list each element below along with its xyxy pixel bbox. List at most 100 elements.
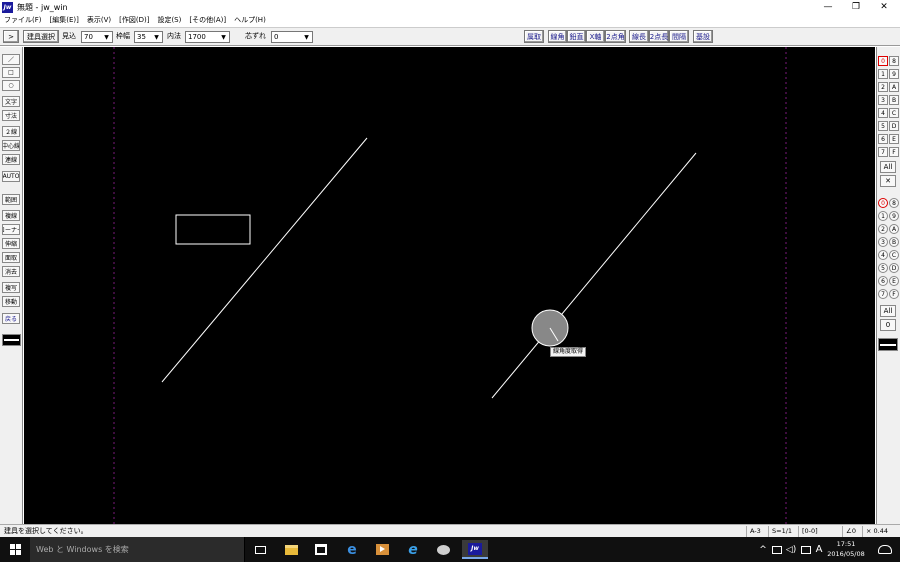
- base-set-button[interactable]: 基設: [693, 30, 713, 43]
- menu-file[interactable]: ファイル(F): [4, 15, 42, 25]
- stretch-tool-button[interactable]: 伸縮: [2, 238, 20, 249]
- layer-button-b[interactable]: B: [889, 237, 899, 247]
- scale-indicator[interactable]: S=1/1: [768, 526, 798, 537]
- layer-button-9[interactable]: 9: [889, 211, 899, 221]
- layer-button-6[interactable]: 6: [878, 276, 888, 286]
- chamfer-tool-button[interactable]: 面取: [2, 252, 20, 263]
- start-button[interactable]: [0, 537, 30, 562]
- taskbar-search-input[interactable]: Web と Windows を検索: [30, 537, 245, 562]
- layer-group-button-0[interactable]: 0: [878, 56, 888, 66]
- corner-tool-button[interactable]: コーナー: [2, 224, 20, 235]
- line-color-swatch[interactable]: [878, 338, 898, 351]
- layer-group-button-9[interactable]: 9: [889, 69, 899, 79]
- layer-group-button-3[interactable]: 3: [878, 95, 888, 105]
- layer-group-all-button[interactable]: All: [880, 161, 896, 173]
- line-style-swatch[interactable]: [2, 334, 21, 346]
- store-icon[interactable]: [310, 540, 332, 559]
- tool-select-button[interactable]: 建具選択: [23, 30, 59, 43]
- move-tool-button[interactable]: 移動: [2, 296, 20, 307]
- double-line-tool-button[interactable]: ２線: [2, 126, 20, 137]
- restore-button[interactable]: ❐: [842, 0, 870, 14]
- menu-help[interactable]: ヘルプ(H): [234, 15, 266, 25]
- layer-button-8[interactable]: 8: [889, 198, 899, 208]
- range-tool-button[interactable]: 範囲: [2, 194, 20, 205]
- menu-view[interactable]: 表示(V): [87, 15, 111, 25]
- close-button[interactable]: ✕: [870, 0, 898, 14]
- center-line-tool-button[interactable]: 中心線: [2, 140, 20, 151]
- layer-group-button-2[interactable]: 2: [878, 82, 888, 92]
- layer-group-button-f[interactable]: F: [889, 147, 899, 157]
- drawn-line-right[interactable]: [491, 152, 697, 399]
- layer-group-button-e[interactable]: E: [889, 134, 899, 144]
- undo-tool-button[interactable]: 戻る: [2, 313, 20, 324]
- drawn-line-left[interactable]: [161, 137, 368, 383]
- menu-settings[interactable]: 設定(S): [157, 15, 181, 25]
- x-axis-button[interactable]: X軸: [586, 30, 605, 43]
- drawing-canvas[interactable]: 線角度取得: [24, 47, 875, 524]
- layer-button-c[interactable]: C: [889, 250, 899, 260]
- interval-button[interactable]: 間隔: [669, 30, 689, 43]
- layer-group-button-8[interactable]: 8: [889, 56, 899, 66]
- edge-browser-icon[interactable]: e: [341, 540, 363, 559]
- menu-edit[interactable]: [編集(E)]: [50, 15, 79, 25]
- layer-button-a[interactable]: A: [889, 224, 899, 234]
- layer-all-button[interactable]: All: [880, 305, 896, 317]
- vertical-button[interactable]: 鉛直: [567, 30, 586, 43]
- shinzure-select[interactable]: 0 ▼: [271, 31, 313, 43]
- rectangle-tool-button[interactable]: □: [2, 67, 20, 78]
- layer-group-button-5[interactable]: 5: [878, 121, 888, 131]
- text-tool-button[interactable]: 文字: [2, 96, 20, 107]
- line-angle-button[interactable]: 線角: [548, 30, 567, 43]
- minimize-button[interactable]: —: [814, 0, 842, 14]
- layer-button-e[interactable]: E: [889, 276, 899, 286]
- layer-indicator[interactable]: [0-0]: [798, 526, 842, 537]
- layer-button-f[interactable]: F: [889, 289, 899, 299]
- layer-group-button-7[interactable]: 7: [878, 147, 888, 157]
- zoom-indicator[interactable]: × 0.44: [862, 526, 900, 537]
- action-center-icon[interactable]: [874, 540, 896, 559]
- layer-group-x-button[interactable]: ✕: [880, 175, 896, 187]
- copy-tool-button[interactable]: 複写: [2, 282, 20, 293]
- media-player-icon[interactable]: [371, 540, 393, 559]
- angle-indicator[interactable]: ∠0: [842, 526, 862, 537]
- paper-size-indicator[interactable]: A-3: [746, 526, 768, 537]
- menu-other[interactable]: [その他(A)]: [189, 15, 226, 25]
- layer-group-button-d[interactable]: D: [889, 121, 899, 131]
- taskbar-clock[interactable]: 17:51 2016/05/08: [826, 539, 866, 559]
- dimension-tool-button[interactable]: 寸法: [2, 110, 20, 121]
- layer-group-button-a[interactable]: A: [889, 82, 899, 92]
- line-length-button[interactable]: 線長: [629, 30, 649, 43]
- layer-group-button-6[interactable]: 6: [878, 134, 888, 144]
- jw-win-taskbar-icon[interactable]: Jw: [462, 540, 488, 559]
- layer-button-2[interactable]: 2: [878, 224, 888, 234]
- attribute-get-button[interactable]: 属取: [524, 30, 544, 43]
- file-explorer-icon[interactable]: [280, 540, 302, 559]
- task-view-icon[interactable]: [249, 540, 271, 559]
- mikomi-select[interactable]: 70 ▼: [81, 31, 113, 43]
- layer-button-d[interactable]: D: [889, 263, 899, 273]
- erase-tool-button[interactable]: 消去: [2, 266, 20, 277]
- layer-button-5[interactable]: 5: [878, 263, 888, 273]
- layer-group-button-b[interactable]: B: [889, 95, 899, 105]
- layer-zero-button[interactable]: 0: [880, 319, 896, 331]
- menu-draw[interactable]: [作図(D)]: [119, 15, 149, 25]
- internet-explorer-icon[interactable]: e: [402, 540, 424, 559]
- auto-tool-button[interactable]: AUTO: [2, 171, 20, 182]
- layer-button-7[interactable]: 7: [878, 289, 888, 299]
- paint-app-icon[interactable]: [432, 540, 454, 559]
- layer-button-1[interactable]: 1: [878, 211, 888, 221]
- drawn-rectangle[interactable]: [175, 214, 251, 245]
- naiho-select[interactable]: 1700 ▼: [185, 31, 230, 43]
- layer-button-3[interactable]: 3: [878, 237, 888, 247]
- layer-group-button-1[interactable]: 1: [878, 69, 888, 79]
- line-tool-button[interactable]: ／: [2, 54, 20, 65]
- layer-group-button-c[interactable]: C: [889, 108, 899, 118]
- parallel-line-tool-button[interactable]: 複線: [2, 210, 20, 221]
- layer-button-4[interactable]: 4: [878, 250, 888, 260]
- wakuhaba-select[interactable]: 35 ▼: [134, 31, 163, 43]
- two-point-length-button[interactable]: 2点長: [649, 30, 669, 43]
- continuous-line-tool-button[interactable]: 連線: [2, 154, 20, 165]
- two-point-angle-button[interactable]: 2点角: [605, 30, 626, 43]
- expand-button[interactable]: >: [3, 30, 19, 43]
- layer-button-0[interactable]: 0: [878, 198, 888, 208]
